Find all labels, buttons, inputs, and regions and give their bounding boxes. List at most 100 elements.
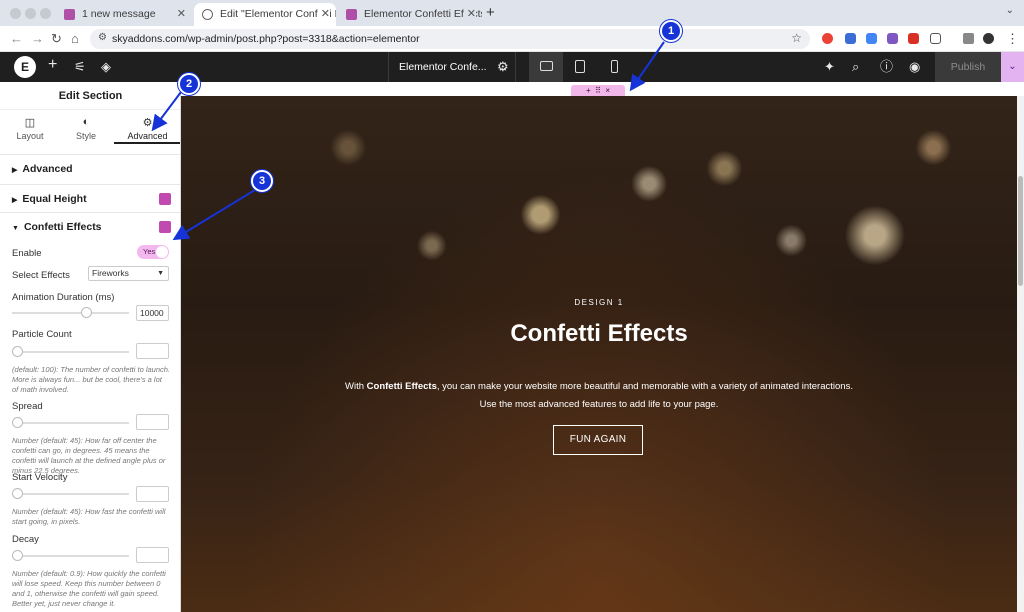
- notifications-megaphone-icon[interactable]: ✦: [824, 59, 835, 75]
- tab-label: Advanced: [127, 131, 168, 141]
- extension-icon[interactable]: [822, 33, 833, 44]
- window-minimize-dot[interactable]: [25, 8, 36, 19]
- back-icon[interactable]: ←: [10, 30, 23, 48]
- delete-section-icon[interactable]: ×: [605, 86, 610, 95]
- section-advanced[interactable]: ▶ Advanced: [0, 154, 180, 182]
- particle-count-slider[interactable]: [12, 346, 129, 357]
- help-icon[interactable]: ⓘ: [880, 59, 893, 75]
- puzzle-extensions-icon[interactable]: [930, 33, 941, 44]
- start-velocity-slider[interactable]: [12, 488, 129, 499]
- layout-icon: ◫: [24, 117, 36, 129]
- particle-count-label: Particle Count: [12, 329, 72, 340]
- reload-icon[interactable]: ↻: [51, 30, 62, 48]
- tab-layout[interactable]: ◫ Layout: [0, 110, 60, 144]
- select-effects-dropdown[interactable]: Fireworks ▼: [88, 266, 169, 281]
- caret-right-icon: ▶: [12, 167, 18, 174]
- hero-section[interactable]: DESIGN 1 Confetti Effects With Confetti …: [181, 96, 1017, 612]
- select-effects-label: Select Effects: [12, 270, 70, 281]
- forward-icon[interactable]: →: [31, 30, 44, 48]
- preview-eye-icon[interactable]: ◉: [909, 59, 920, 75]
- tab-close-icon[interactable]: ✕: [317, 3, 330, 26]
- site-settings-sliders-icon[interactable]: ⚟: [74, 59, 86, 75]
- publish-options-chevron-icon[interactable]: ⌄: [1001, 52, 1024, 82]
- slider-thumb[interactable]: [12, 550, 23, 561]
- home-icon[interactable]: ⌂: [71, 30, 79, 48]
- decay-input[interactable]: [136, 547, 169, 563]
- canvas-scrollbar[interactable]: [1017, 96, 1024, 612]
- tab-label: Style: [75, 131, 96, 141]
- new-tab-button[interactable]: +: [486, 3, 495, 23]
- extension-icon[interactable]: [908, 33, 919, 44]
- animation-duration-input[interactable]: 10000: [136, 305, 169, 321]
- browser-menu-icon[interactable]: ⋮: [1006, 30, 1019, 48]
- browser-tab-bar: 1 new message ✕ Edit "Elementor Confetti…: [0, 0, 1024, 26]
- para-bold: Confetti Effects: [366, 381, 437, 392]
- fun-again-button[interactable]: FUN AGAIN: [553, 425, 643, 455]
- site-settings-icon[interactable]: ⚙: [98, 32, 107, 43]
- slider-thumb[interactable]: [12, 488, 23, 499]
- particle-count-help: (default: 100): The number of confetti t…: [12, 365, 171, 394]
- decay-slider[interactable]: [12, 550, 129, 561]
- browser-tab-examples[interactable]: Elementor Confetti Effects Ex ✕: [338, 3, 482, 26]
- publish-button[interactable]: Publish: [935, 52, 1001, 82]
- panel-title: Edit Section: [0, 82, 180, 110]
- spread-input[interactable]: [136, 414, 169, 430]
- browser-tab-edit[interactable]: Edit "Elementor Confetti Effe ✕: [194, 3, 336, 26]
- tablet-view-button[interactable]: [563, 52, 597, 82]
- browser-tab-messages[interactable]: 1 new message ✕: [56, 3, 192, 26]
- elementor-logo-icon[interactable]: E: [14, 56, 36, 78]
- slider-thumb[interactable]: [12, 417, 23, 428]
- slider-thumb[interactable]: [12, 346, 23, 357]
- select-effects-value: Fireworks: [92, 268, 129, 278]
- slider-thumb[interactable]: [80, 307, 92, 318]
- caret-right-icon: ▶: [12, 197, 18, 204]
- tab-search-chevron-icon[interactable]: ⌄: [1006, 5, 1014, 16]
- structure-layers-icon[interactable]: ◈: [101, 59, 111, 75]
- desktop-view-button[interactable]: [529, 52, 563, 82]
- window-close-dot[interactable]: [10, 8, 21, 19]
- add-section-icon[interactable]: +: [586, 86, 591, 95]
- animation-duration-label: Animation Duration (ms): [12, 292, 115, 303]
- hero-paragraph: With Confetti Effects, you can make your…: [181, 378, 1017, 414]
- window-zoom-dot[interactable]: [40, 8, 51, 19]
- section-label: Advanced: [22, 163, 73, 175]
- tab-close-icon[interactable]: ✕: [463, 3, 476, 26]
- section-equal-height[interactable]: ▶ Equal Height: [0, 184, 180, 212]
- tab-style[interactable]: ◐ Style: [56, 110, 116, 144]
- start-velocity-label: Start Velocity: [12, 472, 68, 483]
- enable-toggle[interactable]: Yes: [137, 245, 169, 259]
- start-velocity-input[interactable]: [136, 486, 169, 502]
- toggle-state: Yes: [143, 247, 156, 256]
- drag-section-icon[interactable]: ⠿: [595, 86, 601, 95]
- reading-list-icon[interactable]: [963, 33, 974, 44]
- decay-label: Decay: [12, 534, 39, 545]
- extension-icon[interactable]: [887, 33, 898, 44]
- toggle-knob: [156, 246, 168, 258]
- extension-icon[interactable]: [866, 33, 877, 44]
- edit-section-panel: Edit Section ◫ Layout ◐ Style ⚙ Advanced…: [0, 82, 181, 612]
- url-text: skyaddons.com/wp-admin/post.php?post=331…: [112, 33, 420, 45]
- extension-icon[interactable]: [845, 33, 856, 44]
- profile-avatar-icon[interactable]: [983, 33, 994, 44]
- editor-canvas: + ⠿ × DESIGN 1 Confetti Effects With Con…: [181, 82, 1024, 612]
- add-element-icon[interactable]: +: [48, 57, 57, 73]
- tab-label: Layout: [16, 131, 44, 141]
- section-confetti-effects[interactable]: ▼ Confetti Effects: [0, 212, 180, 240]
- spread-help: Number (default: 45): How far off center…: [12, 436, 166, 475]
- particle-count-input[interactable]: [136, 343, 169, 359]
- scrollbar-thumb[interactable]: [1018, 176, 1023, 286]
- search-icon[interactable]: ⌕: [852, 59, 859, 75]
- spread-slider[interactable]: [12, 417, 129, 428]
- tab-close-icon[interactable]: ✕: [177, 3, 186, 26]
- browser-toolbar: ← → ↻ ⌂ ⚙ skyaddons.com/wp-admin/post.ph…: [0, 26, 1024, 52]
- bookmark-star-icon[interactable]: ☆: [791, 31, 802, 45]
- animation-duration-slider[interactable]: [12, 307, 129, 318]
- tab-advanced[interactable]: ⚙ Advanced: [114, 110, 180, 144]
- page-settings-gear-icon[interactable]: ⚙: [497, 59, 509, 75]
- mobile-icon: [610, 60, 618, 73]
- mobile-view-button[interactable]: [597, 52, 631, 82]
- caret-down-icon: ▼: [12, 225, 19, 232]
- address-bar[interactable]: ⚙ skyaddons.com/wp-admin/post.php?post=3…: [90, 29, 810, 49]
- para-prefix: With: [345, 381, 367, 392]
- sky-addons-badge-icon: [159, 221, 171, 233]
